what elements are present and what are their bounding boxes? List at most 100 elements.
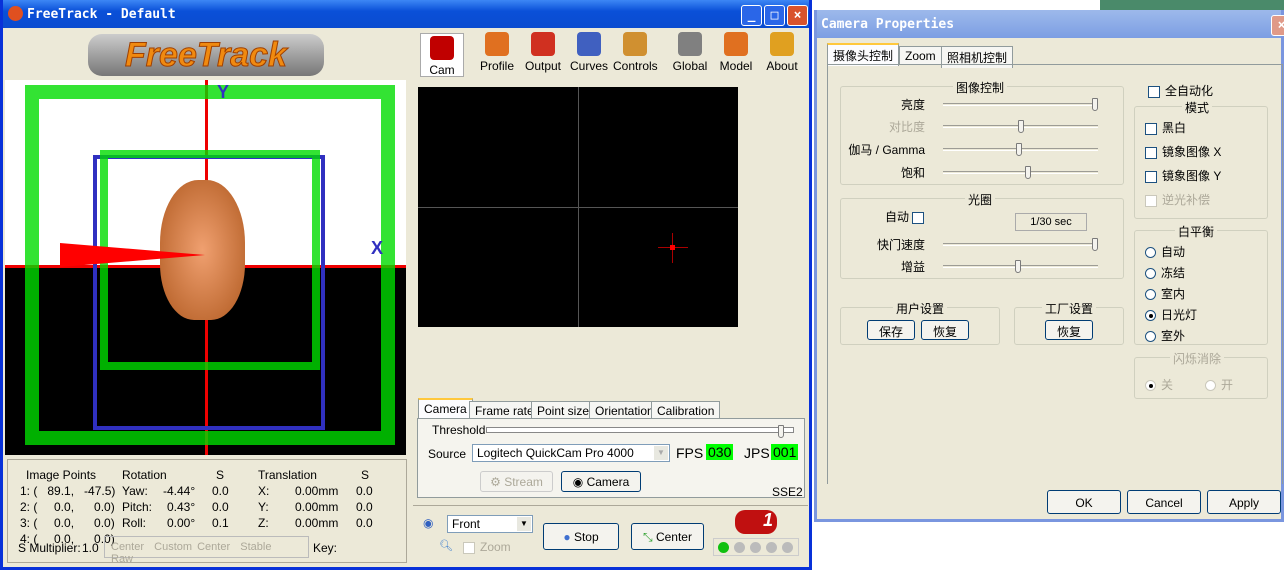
mode-label: 镜象图像 X [1162, 145, 1222, 159]
mode-checkbox[interactable]: 黑白 [1145, 119, 1186, 136]
apply-button[interactable]: Apply [1207, 490, 1281, 514]
mode-checkbox[interactable]: 镜象图像 Y [1145, 167, 1221, 184]
white-balance-label: 日光灯 [1161, 308, 1198, 322]
white-balance-radio[interactable]: 日光灯 [1145, 306, 1197, 323]
mode-checkbox[interactable]: 镜象图像 X [1145, 143, 1221, 160]
tab-camera-control[interactable]: 摄像头控制 [827, 43, 900, 66]
white-balance-radio[interactable]: 自动 [1145, 243, 1185, 260]
s-header: S [361, 468, 370, 482]
3d-view[interactable]: Y X [5, 80, 406, 455]
full-auto-checkbox[interactable]: 全自动化 [1148, 82, 1213, 99]
pitch-s: 0.0 [212, 500, 229, 514]
toolbar-model[interactable]: Model [714, 32, 758, 73]
stop-label: Stop [573, 530, 599, 544]
white-balance-radio[interactable]: 冻结 [1145, 264, 1185, 281]
group-label: 模式 [1182, 99, 1213, 116]
contrast-slider[interactable] [943, 120, 1098, 133]
gamma-slider[interactable] [943, 143, 1098, 156]
white-balance-radio[interactable]: 室内 [1145, 285, 1185, 302]
shutter-thumb[interactable] [1092, 238, 1098, 251]
cancel-button[interactable]: Cancel [1127, 490, 1201, 514]
full-auto-label: 全自动化 [1165, 84, 1214, 98]
shutter-label: 快门速度 [876, 238, 925, 252]
dialog-tab-panel: 图像控制 亮度 对比度 伽马 / Gamma 饱和 光圈 自动 1/30 sec… [827, 64, 1283, 484]
shutter-slider[interactable] [943, 238, 1098, 251]
toolbar: Cam Profile Output Curves Controls Globa… [415, 28, 808, 78]
tab-zoom[interactable]: Zoom [899, 46, 942, 65]
y-value: 0.00mm [295, 500, 339, 514]
eye-icon: ◉ [423, 516, 434, 530]
threshold-thumb[interactable] [778, 425, 784, 438]
factory-restore-button[interactable]: 恢复 [1045, 320, 1093, 340]
gamma-thumb[interactable] [1016, 143, 1022, 156]
user-settings-group: 用户设置 保存 恢复 [840, 300, 1000, 345]
white-balance-radio[interactable]: 室外 [1145, 327, 1185, 344]
toolbar-label: About [766, 59, 798, 73]
threshold-slider[interactable] [486, 425, 794, 438]
image-control-group: 图像控制 亮度 对比度 伽马 / Gamma 饱和 [840, 79, 1124, 185]
toolbar-about[interactable]: About [760, 32, 804, 73]
toolbar-curves[interactable]: Curves [567, 32, 611, 73]
toolbar-output[interactable]: Output [521, 32, 565, 73]
group-label: 图像控制 [953, 79, 1008, 96]
camera-button[interactable]: ◉ Camera [561, 471, 641, 492]
shutter-value: 1/30 sec [1015, 213, 1087, 231]
toolbar-profile[interactable]: Profile [475, 32, 519, 73]
jps-value: 001 [771, 444, 799, 460]
close-button[interactable]: × [787, 5, 808, 26]
fps-label: FPS [676, 445, 704, 461]
roll-value: 0.00° [167, 516, 196, 530]
source-label: Source [428, 447, 467, 461]
saturation-thumb[interactable] [1024, 166, 1031, 179]
mode-custom-center: Custom Center [154, 541, 231, 553]
gain-thumb[interactable] [1014, 260, 1021, 273]
saturation-slider[interactable] [943, 166, 1098, 179]
brightness-slider[interactable] [943, 98, 1098, 111]
toolbar-global[interactable]: Global [668, 32, 712, 73]
tab-camera[interactable]: Camera [418, 398, 473, 418]
auto-exposure-checkbox[interactable]: 自动 [885, 208, 929, 225]
mode-raw: Raw [111, 553, 134, 565]
dialog-close-button[interactable]: × [1271, 15, 1284, 36]
brightness-thumb[interactable] [1092, 98, 1098, 111]
roll-s: 0.1 [212, 516, 229, 530]
s-multiplier-value: 1.0 [82, 541, 99, 555]
flicker-on-label: 开 [1221, 378, 1234, 392]
toolbar-label: Profile [479, 59, 514, 73]
toolbar-label: Global [672, 59, 708, 73]
restore-button[interactable]: 恢复 [921, 320, 969, 340]
minimize-button[interactable]: _ [741, 5, 762, 26]
camera-tab-panel: Threshold Source Logitech QuickCam Pro 4… [417, 418, 805, 499]
view-select[interactable]: Front ▼ [447, 515, 533, 533]
toolbar-cam[interactable]: Cam [420, 33, 464, 77]
yaw-value: -4.44° [163, 484, 196, 498]
source-select[interactable]: Logitech QuickCam Pro 4000 ▼ [472, 444, 670, 462]
point-status-indicators [713, 538, 799, 556]
factory-settings-group: 工厂设置 恢复 [1014, 300, 1124, 345]
freetrack-badge: 1 [735, 510, 777, 534]
point-indicator [766, 542, 777, 553]
gain-slider[interactable] [943, 260, 1098, 273]
brightness-label: 亮度 [900, 98, 925, 112]
chevron-down-icon: ▼ [654, 446, 668, 460]
y-label: Y: [258, 500, 269, 514]
mode-label: 黑白 [1162, 121, 1187, 135]
contrast-thumb[interactable] [1017, 120, 1024, 133]
model-icon [724, 32, 748, 56]
source-value: Logitech QuickCam Pro 4000 [477, 446, 634, 460]
camera-icon [430, 36, 454, 60]
stop-button[interactable]: ● Stop [543, 523, 619, 550]
image-point: 3: ( 0.0, 0.0) [20, 516, 115, 530]
stop-icon: ● [563, 530, 574, 544]
group-label: 用户设置 [893, 300, 948, 317]
mode-group: 模式 黑白 镜象图像 X 镜象图像 Y 逆光补偿 [1134, 99, 1268, 219]
toolbar-label: Cam [429, 63, 455, 77]
center-button[interactable]: ⤡ Center [631, 523, 704, 550]
ok-button[interactable]: OK [1047, 490, 1121, 514]
bottom-panel: ◉ Front ▼ 🔍︎ Zoom ● Stop ⤡ Center 1 [413, 505, 808, 565]
mode-indicators: Center Custom Center Stable Raw [104, 536, 309, 565]
toolbar-controls[interactable]: Controls [613, 32, 658, 73]
maximize-button[interactable]: □ [764, 5, 785, 26]
magnifier-icon: 🔍︎ [439, 540, 453, 552]
save-button[interactable]: 保存 [867, 320, 915, 340]
